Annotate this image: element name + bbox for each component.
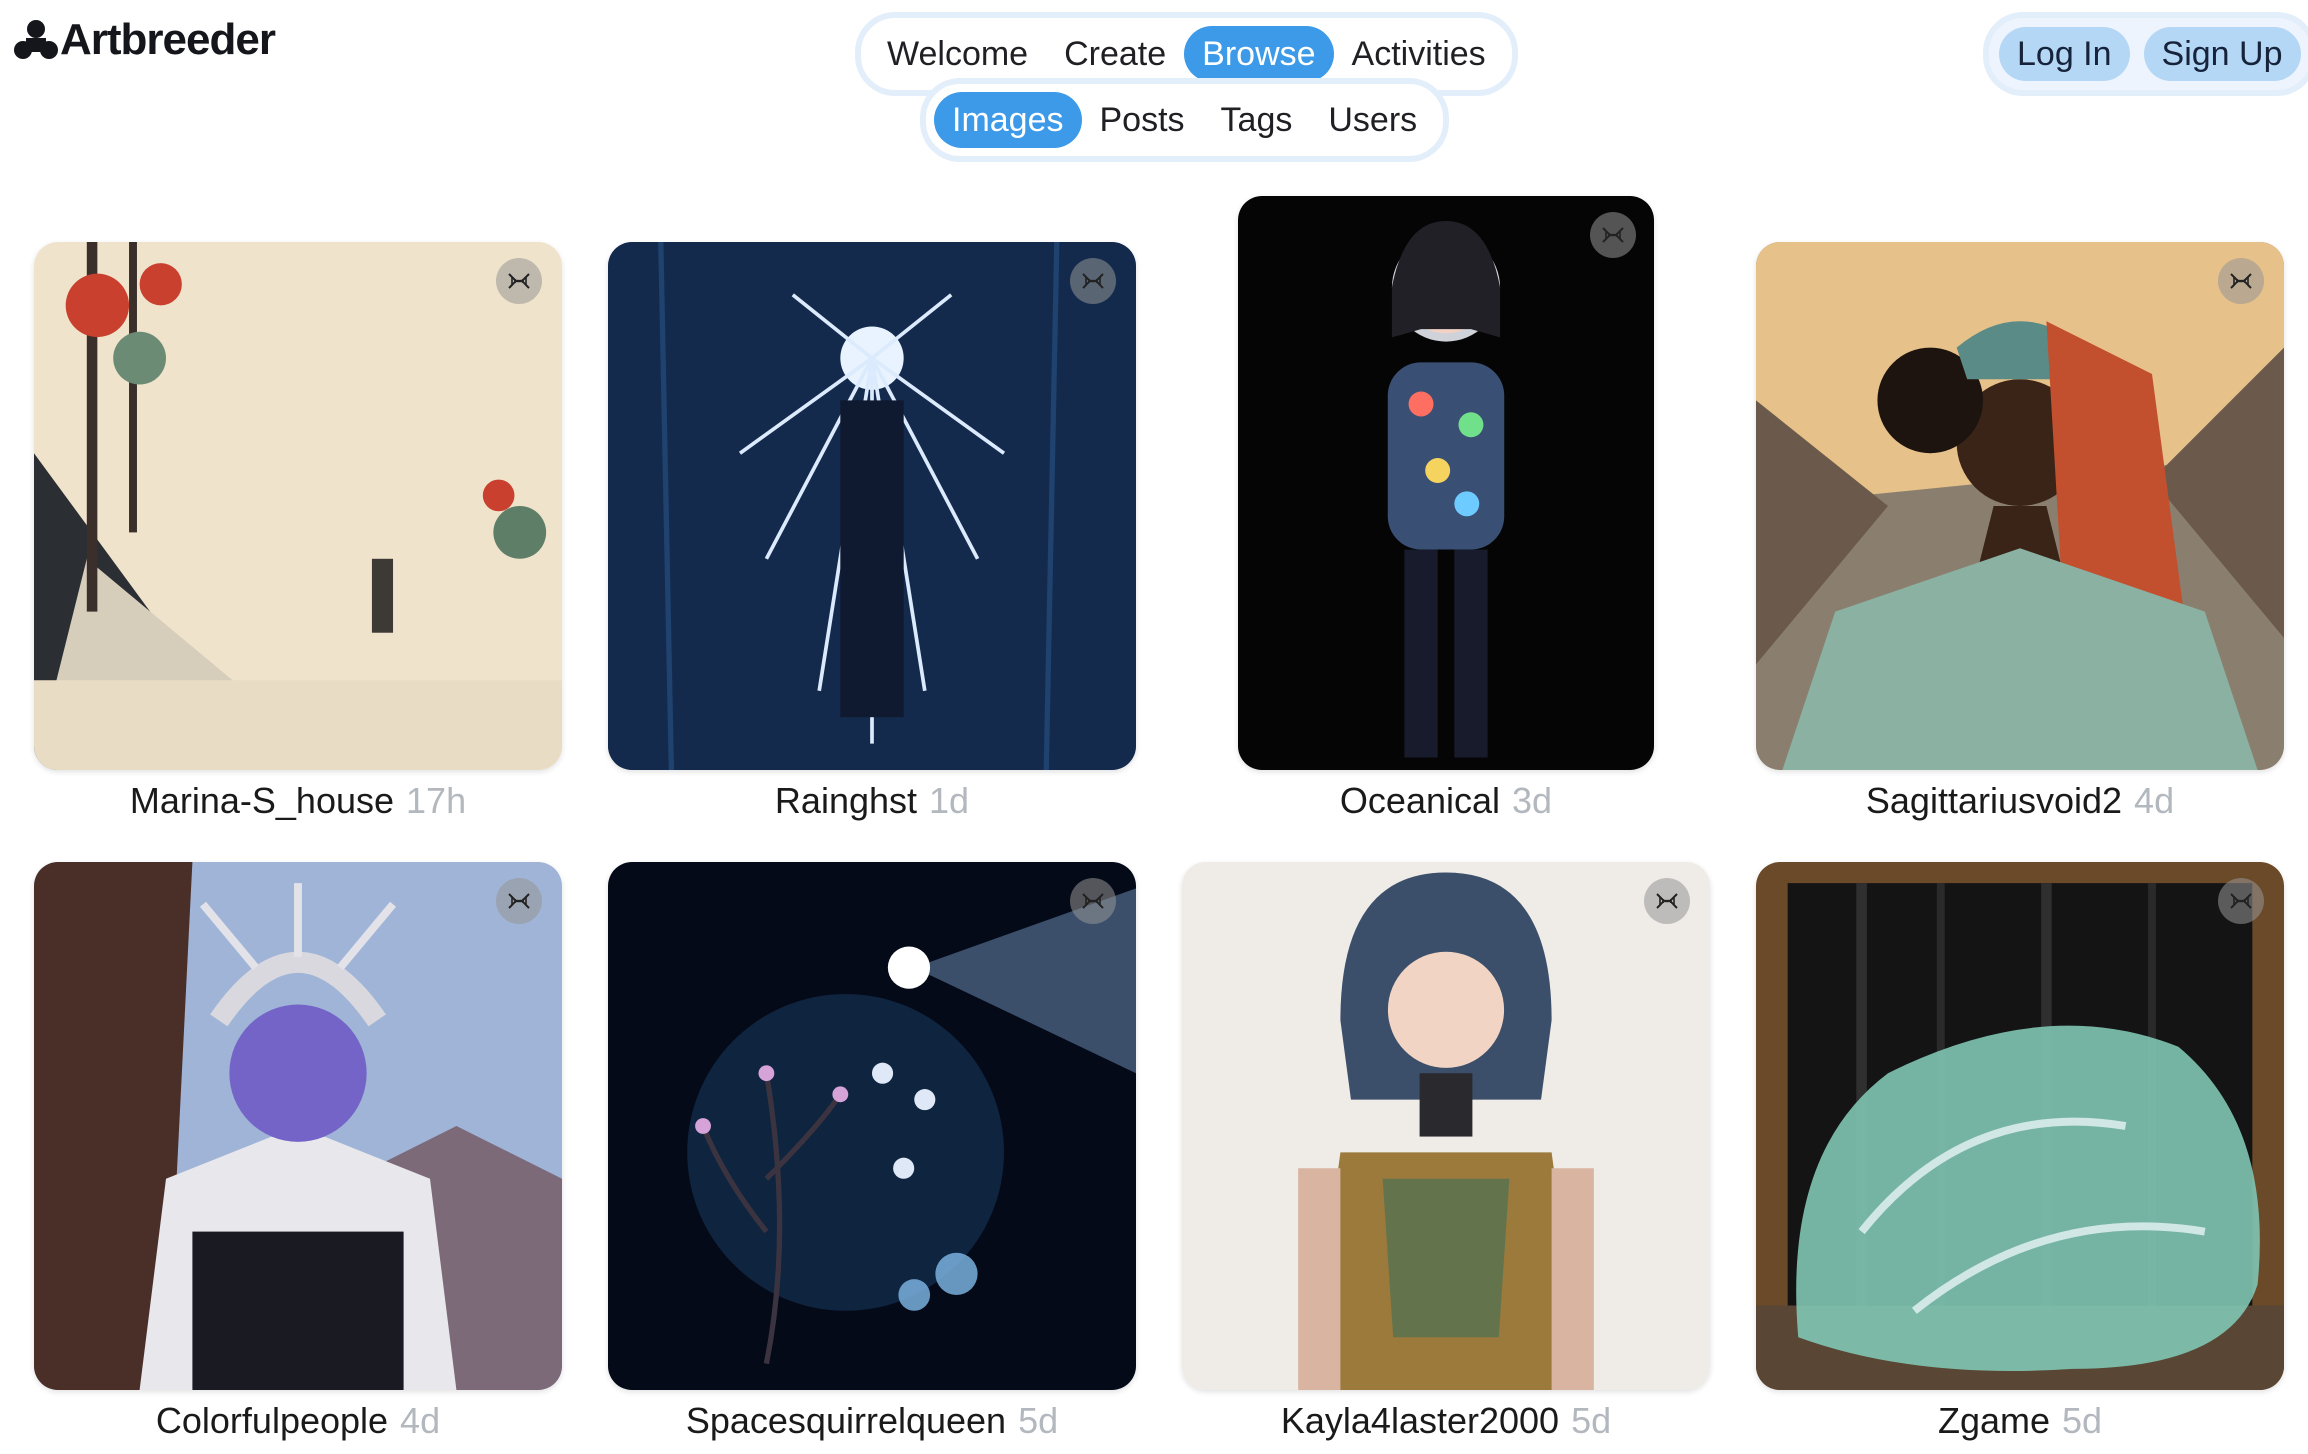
author-name[interactable]: Kayla4laster2000 — [1281, 1400, 1559, 1441]
post-age: 5d — [2062, 1400, 2103, 1441]
gallery-card[interactable]: Marina-S_house 17h — [34, 242, 562, 821]
artwork-thumbnail[interactable] — [1756, 242, 2284, 770]
artwork-thumbnail[interactable] — [34, 862, 562, 1390]
post-age: 3d — [1512, 780, 1553, 821]
post-age: 1d — [929, 780, 970, 821]
author-name[interactable]: Spacesquirrelqueen — [686, 1400, 1006, 1441]
nav-activities[interactable]: Activities — [1334, 26, 1504, 82]
dna-icon[interactable] — [1070, 258, 1116, 304]
card-caption: Oceanical 3d — [1182, 780, 1710, 822]
gallery-card[interactable]: Colorfulpeople 4d — [34, 862, 562, 1441]
gallery-card[interactable]: Sagittariusvoid2 4d — [1756, 242, 2284, 821]
post-age: 4d — [400, 1400, 441, 1441]
auth-controls: Log In Sign Up — [1983, 12, 2308, 96]
card-caption: Spacesquirrelqueen 5d — [608, 1400, 1136, 1442]
artwork-thumbnail[interactable] — [608, 862, 1136, 1390]
dna-icon[interactable] — [1590, 212, 1636, 258]
gallery-card[interactable]: Zgame 5d — [1756, 862, 2284, 1441]
tab-tags[interactable]: Tags — [1203, 92, 1311, 148]
card-caption: Rainghst 1d — [608, 780, 1136, 822]
login-button[interactable]: Log In — [1999, 27, 2130, 81]
post-age: 4d — [2134, 780, 2175, 821]
post-age: 5d — [1571, 1400, 1612, 1441]
browse-subnavigation: Images Posts Tags Users — [920, 78, 1450, 162]
artwork-thumbnail[interactable] — [1182, 862, 1710, 1390]
author-name[interactable]: Sagittariusvoid2 — [1866, 780, 2122, 821]
card-caption: Colorfulpeople 4d — [34, 1400, 562, 1442]
artwork-thumbnail[interactable] — [608, 242, 1136, 770]
gallery-card[interactable]: Kayla4laster2000 5d — [1182, 862, 1710, 1441]
nav-browse[interactable]: Browse — [1184, 26, 1334, 82]
author-name[interactable]: Marina-S_house — [130, 780, 394, 821]
dna-icon[interactable] — [2218, 258, 2264, 304]
logo-icon — [14, 20, 58, 59]
artwork-thumbnail[interactable] — [34, 242, 562, 770]
signup-button[interactable]: Sign Up — [2143, 27, 2301, 81]
card-caption: Sagittariusvoid2 4d — [1756, 780, 2284, 822]
artwork-thumbnail[interactable] — [1238, 196, 1654, 770]
post-age: 5d — [1018, 1400, 1059, 1441]
tab-users[interactable]: Users — [1310, 92, 1435, 148]
author-name[interactable]: Rainghst — [775, 780, 917, 821]
tab-images[interactable]: Images — [934, 92, 1082, 148]
author-name[interactable]: Zgame — [1938, 1400, 2050, 1441]
gallery-card[interactable]: Spacesquirrelqueen 5d — [608, 862, 1136, 1441]
gallery-card[interactable]: Oceanical 3d — [1182, 196, 1710, 821]
gallery-card[interactable]: Rainghst 1d — [608, 242, 1136, 821]
card-caption: Zgame 5d — [1756, 1400, 2284, 1442]
dna-icon[interactable] — [496, 878, 542, 924]
dna-icon[interactable] — [1644, 878, 1690, 924]
brand-name: Artbreeder — [60, 15, 276, 64]
artwork-thumbnail[interactable] — [1756, 862, 2284, 1390]
artbreeder-logo[interactable]: Artbreeder — [14, 15, 276, 64]
card-caption: Kayla4laster2000 5d — [1182, 1400, 1710, 1442]
dna-icon[interactable] — [1070, 878, 1116, 924]
post-age: 17h — [406, 780, 467, 821]
card-caption: Marina-S_house 17h — [34, 780, 562, 822]
author-name[interactable]: Oceanical — [1340, 780, 1500, 821]
nav-welcome[interactable]: Welcome — [869, 26, 1046, 82]
author-name[interactable]: Colorfulpeople — [156, 1400, 388, 1441]
nav-create[interactable]: Create — [1046, 26, 1184, 82]
tab-posts[interactable]: Posts — [1082, 92, 1203, 148]
dna-icon[interactable] — [2218, 878, 2264, 924]
dna-icon[interactable] — [496, 258, 542, 304]
